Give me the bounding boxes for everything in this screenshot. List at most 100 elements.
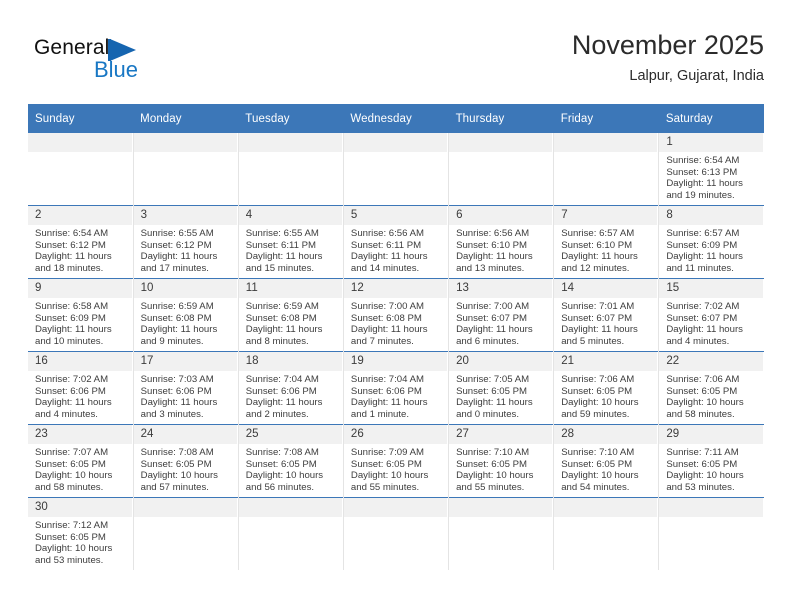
day-number: 29 (659, 425, 764, 444)
calendar-day-cell[interactable]: 4 Sunrise: 6:55 AM Sunset: 6:11 PM Daylight… (238, 205, 344, 279)
daylight-text: Daylight: 11 hours and 19 minutes. (666, 178, 743, 201)
calendar-day-cell[interactable]: 25 Sunrise: 7:08 AM Sunset: 6:05 PM Dayligh… (238, 424, 344, 498)
sunset-text: Sunset: 6:05 PM (35, 531, 106, 543)
weekday-header-monday: Monday (133, 104, 239, 133)
calendar-day-cell[interactable]: 16 Sunrise: 7:02 AM Sunset: 6:06 PM Dayligh… (28, 351, 134, 425)
sunrise-text: Sunrise: 7:00 AM (350, 301, 424, 312)
sunrise-text: Sunrise: 7:10 AM (456, 447, 530, 458)
day-number: 10 (133, 279, 238, 298)
sunrise-text: Sunrise: 7:12 AM (35, 520, 109, 531)
daylight-text: Daylight: 11 hours and 15 minutes. (245, 251, 323, 274)
day-number: 9 (28, 279, 133, 298)
calendar-week-row: 23 Sunrise: 7:07 AM Sunset: 6:05 PM Dayligh… (28, 424, 764, 498)
sunset-text: Sunset: 6:10 PM (456, 239, 527, 251)
sunset-text: Sunset: 6:05 PM (666, 385, 738, 397)
weekday-header-thursday: Thursday (448, 104, 554, 133)
sunset-text: Sunset: 6:07 PM (561, 312, 633, 324)
calendar-day-cell[interactable]: 21 Sunrise: 7:06 AM Sunset: 6:05 PM Dayligh… (553, 351, 660, 425)
day-number (343, 133, 449, 152)
sunrise-text: Sunrise: 7:01 AM (561, 301, 635, 312)
sunrise-text: Sunrise: 6:55 AM (140, 228, 214, 239)
calendar-week-row: 1 Sunrise: 6:54 AM Sunset: 6:13 PM Daylight… (28, 133, 764, 206)
calendar-day-cell[interactable]: 29 Sunrise: 7:11 AM Sunset: 6:05 PM Dayligh… (658, 424, 764, 498)
day-number: 7 (554, 206, 659, 225)
sunset-text: Sunset: 6:06 PM (140, 385, 212, 397)
calendar-day-cell[interactable]: 12 Sunrise: 7:00 AM Sunset: 6:08 PM Dayligh… (343, 278, 450, 352)
daylight-text: Daylight: 11 hours and 5 minutes. (561, 324, 638, 347)
calendar-day-cell[interactable]: 7 Sunrise: 6:57 AM Sunset: 6:10 PM Daylight… (553, 205, 660, 279)
day-number: 11 (238, 279, 343, 298)
general-blue-logo[interactable]: General Blue (34, 36, 214, 88)
calendar-day-cell[interactable]: 28 Sunrise: 7:10 AM Sunset: 6:05 PM Dayligh… (553, 424, 660, 498)
calendar-day-cell-empty (343, 133, 450, 206)
sunrise-text: Sunrise: 7:08 AM (245, 447, 319, 458)
daylight-text: Daylight: 11 hours and 6 minutes. (456, 324, 533, 347)
sunrise-text: Sunrise: 7:05 AM (456, 374, 530, 385)
day-number: 22 (659, 352, 764, 371)
calendar-day-cell[interactable]: 6 Sunrise: 6:56 AM Sunset: 6:10 PM Daylight… (448, 205, 555, 279)
page-title: November 2025 (571, 30, 764, 60)
day-number: 14 (554, 279, 659, 298)
sunset-text: Sunset: 6:06 PM (245, 385, 317, 397)
day-details: Sunrise: 6:54 AM Sunset: 6:12 PM Daylight:… (28, 225, 133, 274)
calendar-day-cell[interactable]: 27 Sunrise: 7:10 AM Sunset: 6:05 PM Dayligh… (448, 424, 555, 498)
day-number (238, 133, 343, 152)
calendar-day-cell[interactable]: 10 Sunrise: 6:59 AM Sunset: 6:08 PM Dayligh… (133, 278, 239, 352)
sunset-text: Sunset: 6:11 PM (245, 239, 316, 251)
daylight-text: Daylight: 11 hours and 18 minutes. (35, 251, 112, 274)
daylight-text: Daylight: 11 hours and 2 minutes. (245, 397, 323, 420)
weekday-header: Sunday Monday Tuesday Wednesday Thursday Frid… (28, 104, 764, 133)
calendar-day-cell[interactable]: 30 Sunrise: 7:12 AM Sunset: 6:05 PM Dayligh… (28, 497, 134, 570)
calendar-day-cell[interactable]: 22 Sunrise: 7:06 AM Sunset: 6:05 PM Dayligh… (658, 351, 764, 425)
calendar-week-row: 16 Sunrise: 7:02 AM Sunset: 6:06 PM Dayligh… (28, 351, 764, 425)
day-number: 26 (343, 425, 449, 444)
calendar-day-cell[interactable]: 9 Sunrise: 6:58 AM Sunset: 6:09 PM Daylight… (28, 278, 134, 352)
calendar-day-cell[interactable]: 20 Sunrise: 7:05 AM Sunset: 6:05 PM Dayligh… (448, 351, 555, 425)
calendar-day-cell[interactable]: 8 Sunrise: 6:57 AM Sunset: 6:09 PM Daylight… (658, 205, 764, 279)
sunrise-text: Sunrise: 6:56 AM (350, 228, 424, 239)
day-number (554, 498, 659, 517)
daylight-text: Daylight: 10 hours and 53 minutes. (35, 543, 113, 566)
calendar-day-cell[interactable]: 24 Sunrise: 7:08 AM Sunset: 6:05 PM Dayligh… (133, 424, 239, 498)
sunrise-text: Sunrise: 7:08 AM (140, 447, 214, 458)
day-number (343, 498, 449, 517)
calendar-day-cell[interactable]: 2 Sunrise: 6:54 AM Sunset: 6:12 PM Daylight… (28, 205, 134, 279)
daylight-text: Daylight: 11 hours and 4 minutes. (666, 324, 743, 347)
sunrise-text: Sunrise: 7:11 AM (666, 447, 739, 458)
calendar-day-cell[interactable]: 13 Sunrise: 7:00 AM Sunset: 6:07 PM Dayligh… (448, 278, 555, 352)
day-number (133, 133, 238, 152)
day-details: Sunrise: 7:02 AM Sunset: 6:07 PM Daylight:… (659, 298, 764, 347)
calendar-day-cell[interactable]: 3 Sunrise: 6:55 AM Sunset: 6:12 PM Daylight… (133, 205, 239, 279)
sunrise-text: Sunrise: 7:04 AM (245, 374, 319, 385)
calendar-day-cell[interactable]: 26 Sunrise: 7:09 AM Sunset: 6:05 PM Dayligh… (343, 424, 450, 498)
day-details: Sunrise: 7:10 AM Sunset: 6:05 PM Daylight:… (449, 444, 553, 493)
day-details: Sunrise: 6:56 AM Sunset: 6:11 PM Daylight:… (344, 225, 448, 274)
calendar-day-cell[interactable]: 5 Sunrise: 6:56 AM Sunset: 6:11 PM Daylight… (343, 205, 450, 279)
weekday-header-friday: Friday (553, 104, 659, 133)
calendar-day-cell[interactable]: 15 Sunrise: 7:02 AM Sunset: 6:07 PM Dayligh… (658, 278, 764, 352)
day-details: Sunrise: 7:00 AM Sunset: 6:08 PM Daylight:… (344, 298, 448, 347)
calendar-day-cell-empty (238, 133, 344, 206)
day-number: 23 (28, 425, 133, 444)
day-number: 20 (449, 352, 554, 371)
sunset-text: Sunset: 6:09 PM (666, 239, 738, 251)
calendar-day-cell[interactable]: 19 Sunrise: 7:04 AM Sunset: 6:06 PM Dayligh… (343, 351, 450, 425)
calendar-day-cell[interactable]: 11 Sunrise: 6:59 AM Sunset: 6:08 PM Dayligh… (238, 278, 344, 352)
calendar-day-cell-empty (343, 497, 450, 570)
calendar-day-cell[interactable]: 14 Sunrise: 7:01 AM Sunset: 6:07 PM Dayligh… (553, 278, 660, 352)
calendar-page: General Blue November 2025 Lalpur, Gujar… (0, 0, 792, 612)
sunset-text: Sunset: 6:05 PM (35, 458, 106, 470)
title-block: November 2025 Lalpur, Gujarat, India (572, 28, 764, 87)
calendar-day-cell[interactable]: 1 Sunrise: 6:54 AM Sunset: 6:13 PM Daylight… (658, 133, 764, 206)
calendar-day-cell[interactable]: 18 Sunrise: 7:04 AM Sunset: 6:06 PM Dayligh… (238, 351, 344, 425)
calendar-day-cell-empty (553, 497, 660, 570)
day-number (449, 133, 554, 152)
daylight-text: Daylight: 11 hours and 12 minutes. (561, 251, 638, 274)
calendar-day-cell[interactable]: 17 Sunrise: 7:03 AM Sunset: 6:06 PM Dayligh… (133, 351, 239, 425)
calendar-day-cell[interactable]: 23 Sunrise: 7:07 AM Sunset: 6:05 PM Dayligh… (28, 424, 134, 498)
page-header: General Blue November 2025 Lalpur, Gujar… (28, 28, 764, 90)
sunset-text: Sunset: 6:12 PM (140, 239, 212, 251)
day-number: 16 (28, 352, 133, 371)
daylight-text: Daylight: 10 hours and 53 minutes. (666, 470, 744, 493)
weekday-header-saturday: Saturday (658, 104, 764, 133)
